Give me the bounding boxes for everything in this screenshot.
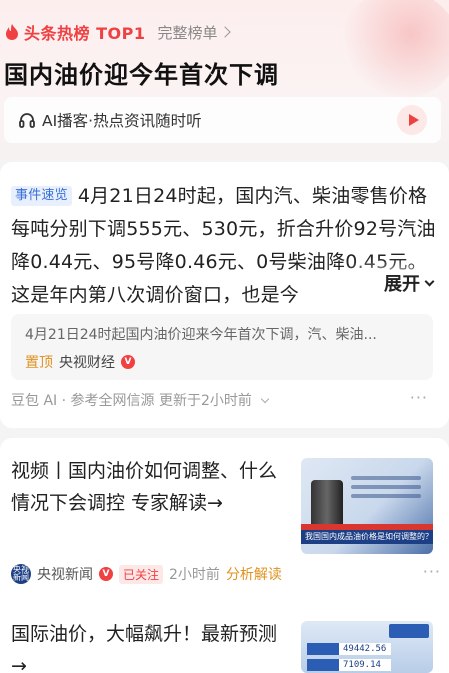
quoted-source-box[interactable]: 4月21日24时起国内油价迎来今年首次下调，汽、柴油... 置顶 央视财经 V [11, 314, 433, 380]
headphone-icon [19, 113, 35, 128]
ai-podcast-label: AI播客·热点资讯随时听 [42, 112, 202, 130]
author-name[interactable]: 央视新闻 [37, 564, 93, 584]
event-tag: 事件速览 [11, 186, 72, 206]
hot-list-row[interactable]: 头条热榜 TOP1 完整榜单 [4, 20, 232, 44]
verified-icon: V [121, 355, 135, 369]
news-thumbnail[interactable]: 49442.56 7109.14 [301, 621, 433, 673]
thumbnail-header [389, 624, 429, 638]
chevron-down-icon[interactable] [260, 394, 270, 403]
flame-decoration [339, 0, 449, 100]
avatar[interactable]: 央视 新闻 [11, 564, 31, 584]
hot-label: 头条热榜 TOP1 [24, 24, 146, 43]
news-title[interactable]: 国际油价，大幅飙升！最新预测→ [11, 618, 291, 673]
thumbnail-value: 7109.14 [307, 659, 391, 671]
flame-icon [6, 24, 18, 40]
news-thumbnail[interactable]: 我国国内成品油价格是如何调整的？ [301, 458, 433, 554]
more-options-icon[interactable]: ··· [423, 562, 441, 581]
news-title[interactable]: 视频丨国内油价如何调整、什么情况下会调控 专家解读→ [11, 455, 291, 519]
quote-meta: 置顶 央视财经 V [25, 352, 419, 372]
pinned-badge: 置顶 [25, 355, 53, 371]
play-button[interactable] [397, 105, 427, 135]
thumbnail-caption: 我国国内成品油价格是如何调整的？ [301, 530, 433, 544]
event-summary-card: 事件速览 4月21日24时起，国内汽、柴油零售价格每吨分别下调555元、530元，… [0, 162, 449, 428]
full-list-label: 完整榜单 [157, 23, 218, 42]
thumbnail-text-lines [351, 476, 421, 503]
source-text: 豆包 AI · 参考全网信源 更新于2小时前 [11, 393, 252, 409]
chevron-right-icon [219, 26, 232, 38]
ai-podcast-bar[interactable]: AI播客·热点资讯随时听 [4, 97, 441, 143]
more-options-icon[interactable]: ··· [410, 388, 428, 407]
analysis-link[interactable]: 分析解读 [226, 564, 282, 584]
verified-icon: V [99, 567, 113, 581]
play-icon [408, 114, 419, 126]
source-row: 豆包 AI · 参考全网信源 更新于2小时前 ··· [11, 388, 436, 410]
chevron-down-icon [424, 276, 435, 286]
full-list-link[interactable]: 完整榜单 [157, 22, 232, 43]
quote-text: 4月21日24时起国内油价迎来今年首次下调，汽、柴油... [25, 327, 377, 343]
expand-button[interactable]: 展开 [372, 270, 435, 296]
news-time: 2小时前 [169, 567, 220, 583]
followed-badge[interactable]: 已关注 [119, 564, 164, 584]
expand-label: 展开 [384, 274, 420, 295]
news-meta: 央视 新闻 央视新闻 V 已关注 2小时前 分析解读 [11, 564, 282, 584]
thumbnail-value: 49442.56 [307, 643, 391, 655]
page-title: 国内油价迎今年首次下调 [4, 61, 279, 89]
news-feed: 视频丨国内油价如何调整、什么情况下会调控 专家解读→ 我国国内成品油价格是如何调… [0, 438, 449, 673]
oil-barrel-image [311, 480, 343, 528]
quote-source: 央视财经 [59, 355, 115, 371]
